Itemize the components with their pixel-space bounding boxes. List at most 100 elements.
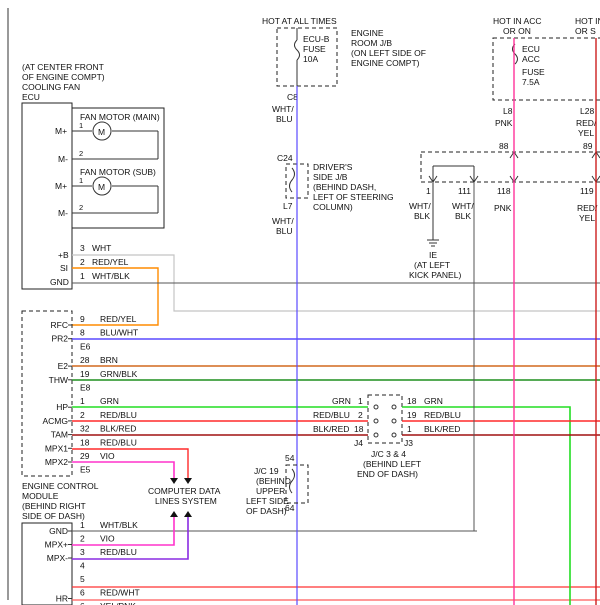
ecm-pin-num-0: 9 bbox=[80, 314, 85, 324]
l8-wire-color: PNK bbox=[495, 118, 513, 128]
ecu-acc-fuse-symbol bbox=[512, 43, 518, 65]
lower-module-pin-list: GND 1 WHT/BLK MPX+ 2 VIO MPX- 3 RED/BLU 4 5 HR 6 RED/… bbox=[45, 520, 140, 605]
c24-connector: C24 bbox=[277, 153, 293, 163]
ecu-acc-fuse-1: ECU bbox=[522, 44, 540, 54]
ecm-pin-color-8: BLK/RED bbox=[100, 424, 136, 434]
ecm-pin-num-4: 19 bbox=[80, 369, 90, 379]
ecu-b-fuse-label-2: FUSE bbox=[303, 44, 326, 54]
ecm-pin-label-10: MPX2 bbox=[45, 457, 68, 467]
ecm-pin-list: RFC 9 RED/YEL PR2 8 BLU/WHT E6 E2 28 BRN THW 19 GRN/… bbox=[43, 314, 139, 475]
svg-text:M: M bbox=[98, 182, 105, 192]
hot-in-acc-label-1: HOT IN ACC bbox=[493, 16, 542, 26]
pin-88: 88 bbox=[499, 141, 509, 151]
lower-pin-color-5: RED/WHT bbox=[100, 588, 140, 598]
ecm-pin-label-6: HP bbox=[56, 402, 68, 412]
ecu-acc-fuse-box bbox=[492, 37, 600, 101]
ecm-pin-num-7: 2 bbox=[80, 410, 85, 420]
ecm-pin-label-9: MPX1 bbox=[45, 443, 68, 453]
fan-ecu-title-1: (AT CENTER FRONT bbox=[22, 62, 104, 72]
ecm-pin-color-0: RED/YEL bbox=[100, 314, 137, 324]
fan-pin-si-color: RED/YEL bbox=[92, 257, 129, 267]
jc34-left-num-2: 2 bbox=[358, 410, 363, 420]
ecm-title-3: (BEHIND RIGHT bbox=[22, 501, 86, 511]
driver-jb-2: SIDE J/B bbox=[313, 172, 348, 182]
lower-pin-num-3: 4 bbox=[80, 561, 85, 571]
fan-pin-b-color: WHT bbox=[92, 243, 111, 253]
motor-pin-2b: 2 bbox=[79, 203, 83, 212]
hot-in-acc-label-2: OR ON bbox=[503, 26, 531, 36]
fan-motor-sub-label: FAN MOTOR (SUB) bbox=[80, 167, 156, 177]
fan-pin-gnd-label: GND bbox=[50, 277, 69, 287]
jc19-title-5: OF DASH) bbox=[246, 506, 287, 516]
jc34-box bbox=[367, 394, 403, 444]
ecm-pin-color-6: GRN bbox=[100, 396, 119, 406]
ground-ie-3: KICK PANEL) bbox=[409, 270, 461, 280]
fan-motor-main-label: FAN MOTOR (MAIN) bbox=[80, 112, 160, 122]
lower-pin-color-0: WHT/BLK bbox=[100, 520, 138, 530]
jc19-title-3: UPPER bbox=[256, 486, 285, 496]
pin-119: 119 bbox=[580, 186, 594, 196]
ecm-pin-num-8: 32 bbox=[80, 424, 90, 434]
fan-pin-gnd-num: 1 bbox=[80, 271, 85, 281]
ecm-pin-color-4: GRN/BLK bbox=[100, 369, 138, 379]
lower-pin-label-0: GND bbox=[49, 526, 68, 536]
computer-lines-1: COMPUTER DATA bbox=[148, 486, 221, 496]
fan-pin-si-label: SI bbox=[60, 263, 68, 273]
red-yel-119-1: RED/ bbox=[577, 203, 598, 213]
ecm-pin-num-5: E8 bbox=[80, 383, 91, 393]
ecm-title-4: SIDE OF DASH) bbox=[22, 511, 85, 521]
jc34-right-color-1: GRN bbox=[424, 396, 443, 406]
jc19-title-1: J/C 19 bbox=[254, 466, 279, 476]
pin-118: 118 bbox=[497, 186, 511, 196]
ecm-title-2: MODULE bbox=[22, 491, 59, 501]
jc34-right-num-1: 18 bbox=[407, 396, 417, 406]
engine-room-jb-3: (ON LEFT SIDE OF bbox=[351, 48, 426, 58]
fan-pin-b-label: +B bbox=[58, 250, 69, 260]
ecm-pin-num-2: E6 bbox=[80, 341, 91, 351]
wht-blk-a-2: BLK bbox=[414, 211, 430, 221]
lower-pin-label-1: MPX+ bbox=[45, 540, 68, 550]
driver-jb-5: COLUMN) bbox=[313, 202, 353, 212]
c8-wire-color-1: WHT/ bbox=[272, 104, 294, 114]
l28-wire-color-1: RED/ bbox=[576, 118, 597, 128]
wht-blk-b-1: WHT/ bbox=[452, 201, 474, 211]
fan-ecu-title-4: ECU bbox=[22, 92, 40, 102]
l7-connector: L7 bbox=[283, 201, 293, 211]
arrow-down-icon-1 bbox=[170, 478, 178, 484]
lower-pin-label-5: HR bbox=[56, 594, 68, 604]
ecm-pin-num-3: 28 bbox=[80, 355, 90, 365]
jc34-left-num-3: 18 bbox=[354, 424, 364, 434]
l7-wire-color-2: BLU bbox=[276, 226, 293, 236]
arrow-up-icon-2 bbox=[184, 511, 192, 517]
lower-pin-color-2: RED/BLU bbox=[100, 547, 137, 557]
motor-pin-2a: 2 bbox=[79, 149, 83, 158]
lower-pin-label-2: MPX- bbox=[47, 553, 68, 563]
arrow-up-icon-1 bbox=[170, 511, 178, 517]
jc34-left-color-1: GRN bbox=[332, 396, 351, 406]
ecm-pin-label-7: ACMG bbox=[43, 416, 69, 426]
ecm-pin-label-0: RFC bbox=[51, 320, 68, 330]
ecm-pin-label-4: THW bbox=[49, 375, 68, 385]
driver-jb-3: (BEHIND DASH, bbox=[313, 182, 376, 192]
ecm-pin-num-9: 18 bbox=[80, 437, 90, 447]
ground-ie-2: (AT LEFT bbox=[414, 260, 450, 270]
fan-pin-si-num: 2 bbox=[80, 257, 85, 267]
computer-lines-2: LINES SYSTEM bbox=[155, 496, 217, 506]
fan-pin-m-plus-1: M+ bbox=[55, 126, 67, 136]
jc34-title-2: (BEHIND LEFT bbox=[363, 459, 421, 469]
fan-pin-gnd-color: WHT/BLK bbox=[92, 271, 130, 281]
ecm-pin-num-1: 8 bbox=[80, 328, 85, 338]
ecm-pin-color-10: VIO bbox=[100, 451, 115, 461]
lower-pin-num-1: 2 bbox=[80, 534, 85, 544]
ecm-pin-label-1: PR2 bbox=[51, 334, 68, 344]
ecm-pin-color-1: BLU/WHT bbox=[100, 328, 138, 338]
fan-pin-m-minus-2: M- bbox=[58, 208, 68, 218]
fan-pin-b-num: 3 bbox=[80, 243, 85, 253]
hot-at-all-times-label: HOT AT ALL TIMES bbox=[262, 16, 337, 26]
ground-ie-1: IE bbox=[429, 250, 437, 260]
ecu-acc-fuse-2: ACC bbox=[522, 54, 540, 64]
ecm-pin-label-3: E2 bbox=[58, 361, 69, 371]
lower-pin-color-6: YEL/PNK bbox=[100, 601, 136, 605]
engine-room-jb-4: ENGINE COMPT) bbox=[351, 58, 420, 68]
ecm-pin-num-11: E5 bbox=[80, 465, 91, 475]
